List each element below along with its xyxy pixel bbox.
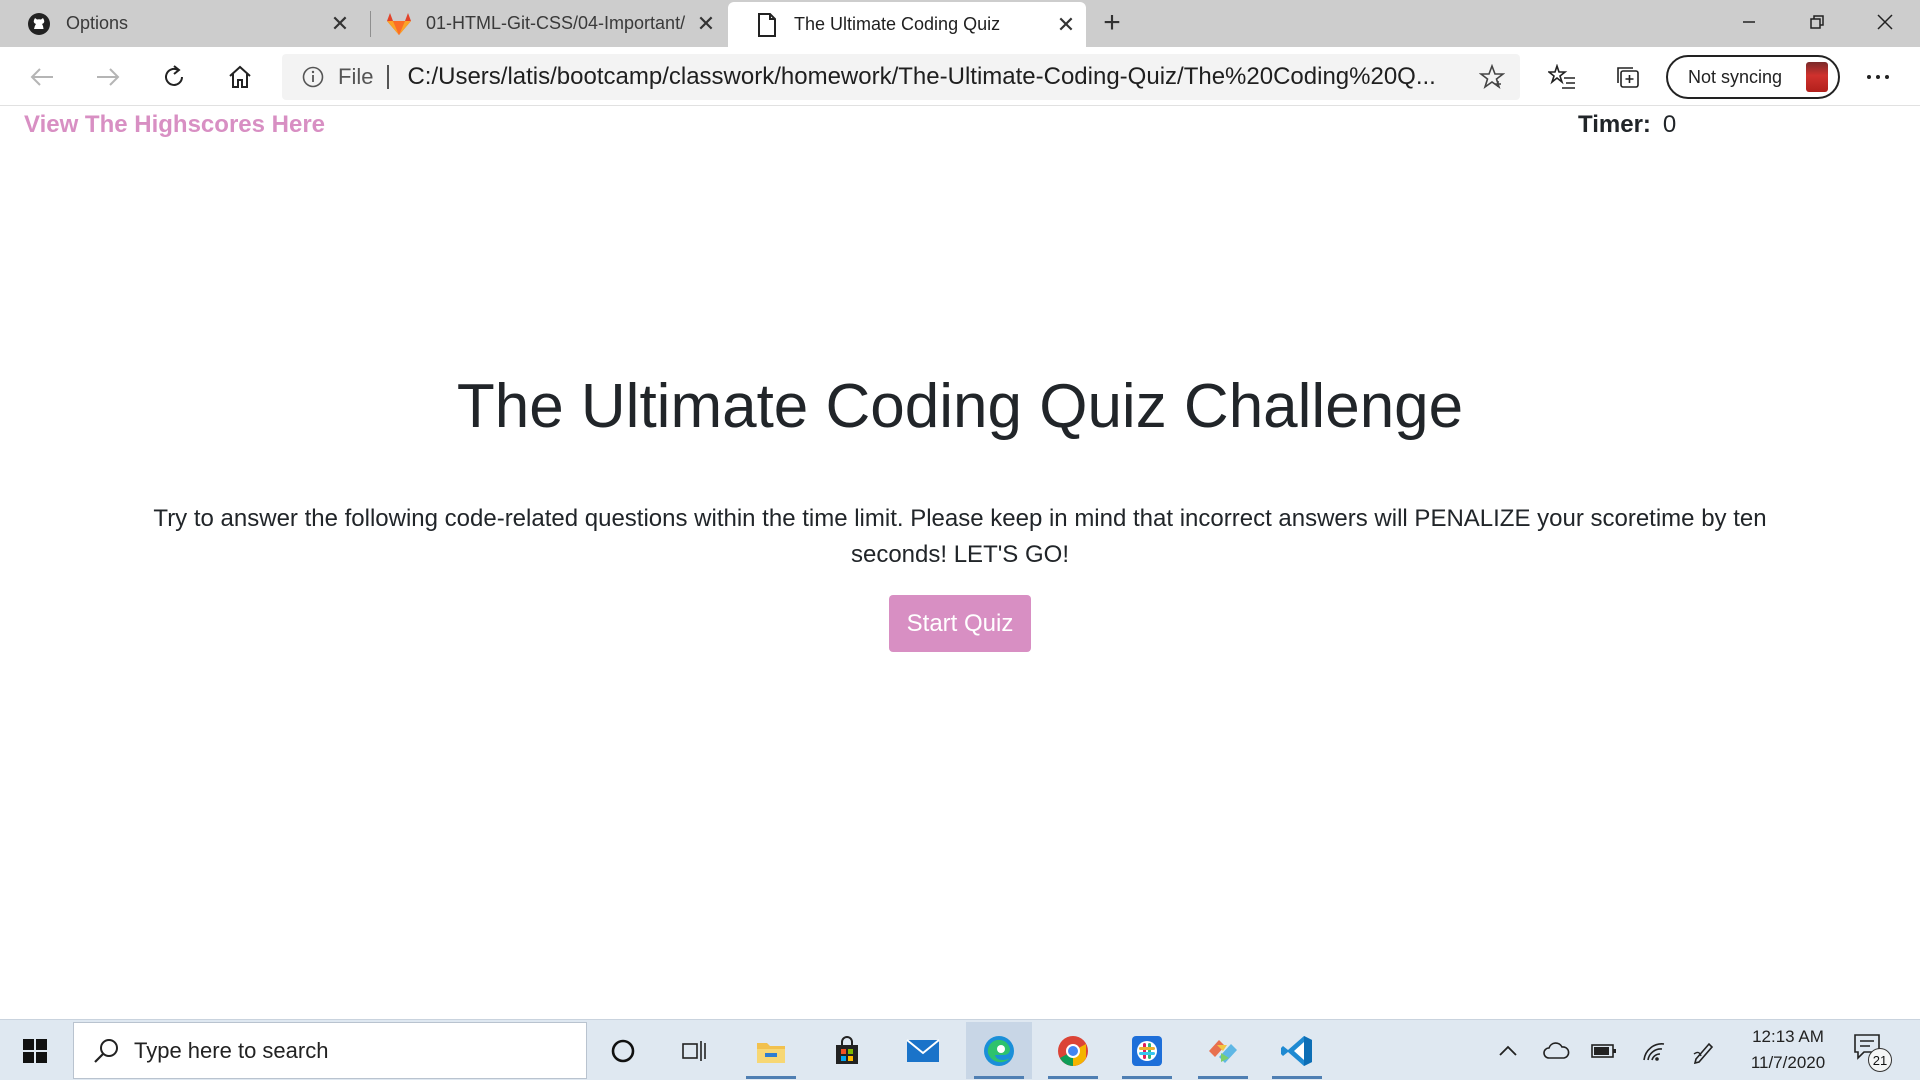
url-text[interactable]: C:/Users/latis/bootcamp/classwork/homewo… xyxy=(407,63,1472,91)
tab-strip: Options ✕ 01-HTML-Git-CSS/04-Important/ … xyxy=(0,0,1920,47)
tab-title: Options xyxy=(66,13,129,33)
gitlab-icon xyxy=(386,11,412,37)
tab-title: 01-HTML-Git-CSS/04-Important/ xyxy=(426,13,686,33)
tab-quiz-active[interactable]: The Ultimate Coding Quiz ✕ xyxy=(728,2,1086,47)
avatar xyxy=(1806,62,1828,92)
cortana-icon[interactable] xyxy=(590,1022,656,1079)
windows-start-icon[interactable] xyxy=(0,1020,70,1080)
start-quiz-button[interactable]: Start Quiz xyxy=(889,595,1031,652)
wifi-icon[interactable] xyxy=(1634,1020,1674,1080)
running-indicator xyxy=(1122,1076,1172,1079)
new-tab-button[interactable]: + xyxy=(1092,3,1132,43)
page-title: The Ultimate Coding Quiz Challenge xyxy=(456,372,1464,441)
search-placeholder: Type here to search xyxy=(134,1037,329,1063)
edge-icon[interactable] xyxy=(966,1022,1032,1079)
clock-time: 12:13 AM xyxy=(1752,1027,1824,1046)
info-icon[interactable] xyxy=(302,66,324,88)
pen-ink-workspace-icon[interactable] xyxy=(1684,1020,1724,1080)
action-center-icon[interactable]: 21 xyxy=(1852,1032,1892,1072)
close-tab-icon[interactable]: ✕ xyxy=(1046,5,1086,45)
file-explorer-icon[interactable] xyxy=(738,1022,804,1079)
show-hidden-icons-chevron-icon[interactable] xyxy=(1488,1020,1528,1080)
address-bar[interactable]: File C:/Users/latis/bootcamp/classwork/h… xyxy=(282,54,1520,100)
git-kraken-icon[interactable] xyxy=(1190,1022,1256,1079)
browser-toolbar: File C:/Users/latis/bootcamp/classwork/h… xyxy=(0,47,1920,106)
taskbar-search-box[interactable]: Type here to search xyxy=(73,1022,587,1079)
quiz-description: Try to answer the following code-related… xyxy=(153,505,1767,568)
tab-gitlab[interactable]: 01-HTML-Git-CSS/04-Important/ ✕ xyxy=(360,0,726,47)
taskbar: Type here to search 12:13 AM 11/7/2020 2… xyxy=(0,1019,1920,1080)
divider xyxy=(387,65,390,89)
favorite-star-icon[interactable] xyxy=(1472,57,1512,97)
tab-title: The Ultimate Coding Quiz xyxy=(794,14,1001,34)
vscode-icon[interactable] xyxy=(1264,1022,1330,1079)
timer: Timer: 0 xyxy=(1578,111,1676,139)
close-tab-icon[interactable]: ✕ xyxy=(320,4,360,44)
chrome-icon[interactable] xyxy=(1040,1022,1106,1079)
running-indicator xyxy=(746,1076,796,1079)
url-scheme: File xyxy=(338,64,374,89)
clock-date: 11/7/2020 xyxy=(1750,1053,1826,1072)
search-icon xyxy=(92,1037,120,1065)
minimize-button[interactable] xyxy=(1714,0,1784,44)
running-indicator xyxy=(1272,1076,1322,1079)
refresh-icon[interactable] xyxy=(152,55,196,99)
timer-value: 0 xyxy=(1662,111,1677,138)
profile-sync-button[interactable]: Not syncing xyxy=(1666,55,1840,99)
view-highscores-link[interactable]: View The Highscores Here xyxy=(24,111,325,139)
more-options-icon[interactable] xyxy=(1856,55,1900,99)
running-indicator xyxy=(1048,1076,1098,1079)
home-icon[interactable] xyxy=(218,55,262,99)
sync-label: Not syncing xyxy=(1688,66,1783,87)
notification-count-badge: 21 xyxy=(1868,1048,1892,1072)
mail-icon[interactable] xyxy=(890,1022,956,1079)
system-clock[interactable]: 12:13 AM 11/7/2020 xyxy=(1740,1024,1836,1076)
onedrive-cloud-icon[interactable] xyxy=(1536,1020,1576,1080)
running-indicator xyxy=(974,1076,1024,1079)
document-icon xyxy=(754,12,780,38)
web-page: View The Highscores Here Timer: 0 The Ult… xyxy=(0,107,1920,1019)
collections-icon[interactable] xyxy=(1606,55,1650,99)
forward-button[interactable] xyxy=(86,55,130,99)
github-icon xyxy=(26,11,52,37)
slack-icon[interactable] xyxy=(1114,1022,1180,1079)
task-view-icon[interactable] xyxy=(662,1022,728,1079)
store-icon[interactable] xyxy=(814,1022,880,1079)
close-tab-icon[interactable]: ✕ xyxy=(686,4,726,44)
timer-label: Timer: xyxy=(1578,111,1651,138)
back-button[interactable] xyxy=(20,55,64,99)
tab-options[interactable]: Options ✕ xyxy=(0,0,360,47)
restore-button[interactable] xyxy=(1782,0,1852,44)
running-indicator xyxy=(1198,1076,1248,1079)
close-window-button[interactable] xyxy=(1850,0,1920,44)
favorites-icon[interactable] xyxy=(1540,55,1584,99)
battery-icon[interactable] xyxy=(1584,1020,1624,1080)
